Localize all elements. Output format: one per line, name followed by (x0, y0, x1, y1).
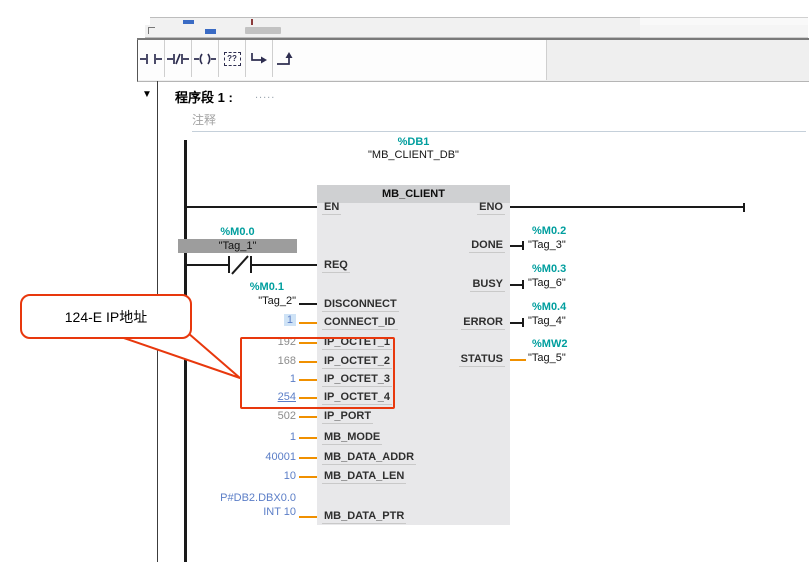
en-wire (185, 206, 317, 208)
nc-contact-bar-right[interactable] (250, 256, 252, 273)
pin-mb-data-ptr[interactable]: MB_DATA_PTR (322, 510, 502, 524)
block-icon (183, 20, 194, 24)
ip-port-value[interactable]: 502 (150, 410, 296, 422)
busy-operand-tag[interactable]: "Tag_6" (528, 277, 638, 289)
ip-port-wire (299, 416, 317, 418)
empty-box-glyph: ?? (224, 52, 241, 66)
comment-separator (192, 131, 806, 132)
mb-data-len-wire (299, 476, 317, 478)
pin-mb-data-len[interactable]: MB_DATA_LEN (322, 470, 502, 484)
nc-contact-slash (231, 255, 249, 274)
ip-octets-highlight-rect (240, 337, 395, 409)
pin-error[interactable]: ERROR (390, 316, 505, 330)
mb-mode-value[interactable]: 1 (150, 431, 296, 443)
status-operand-address[interactable]: %MW2 (528, 338, 642, 350)
close-branch-icon[interactable] (273, 40, 299, 77)
eno-wire-end (743, 203, 745, 212)
db-address[interactable]: %DB1 (317, 136, 510, 148)
error-operand-address[interactable]: %M0.4 (528, 301, 642, 313)
coil-icon[interactable] (192, 40, 219, 77)
pin-status[interactable]: STATUS (390, 353, 505, 367)
busy-operand-address[interactable]: %M0.3 (528, 263, 642, 275)
pin-mb-data-addr[interactable]: MB_DATA_ADDR (322, 451, 502, 465)
callout-text: 124-E IP地址 (65, 307, 147, 327)
req-wire-right (251, 264, 317, 266)
req-operand-address[interactable]: %M0.0 (178, 226, 297, 238)
mb-data-addr-wire (299, 457, 317, 459)
done-operand-tag[interactable]: "Tag_3" (528, 239, 638, 251)
pin-done[interactable]: DONE (390, 239, 505, 253)
collapse-triangle-icon[interactable]: ▼ (142, 89, 152, 100)
status-operand-tag[interactable]: "Tag_5" (528, 352, 638, 364)
req-wire-left (185, 264, 229, 266)
eno-wire (510, 206, 744, 208)
network-comment[interactable]: 注释 (192, 111, 216, 128)
ip-address-callout: 124-E IP地址 (20, 294, 192, 339)
busy-wire-tick (522, 280, 524, 289)
mb-data-addr-value[interactable]: 40001 (150, 451, 296, 463)
pin-ip-port[interactable]: IP_PORT (322, 410, 502, 424)
contact-open-icon[interactable] (138, 40, 165, 77)
network-title: 程序段 1 : (175, 87, 233, 106)
pin-busy[interactable]: BUSY (390, 278, 505, 292)
done-operand-address[interactable]: %M0.2 (528, 225, 642, 237)
mb-mode-wire (299, 437, 317, 439)
pin-req[interactable]: REQ (322, 259, 502, 273)
expand-mark (148, 27, 155, 34)
contact-closed-icon[interactable] (165, 40, 192, 77)
empty-box-icon[interactable]: ?? (219, 40, 246, 77)
pin-mb-mode[interactable]: MB_MODE (322, 431, 502, 445)
req-operand-tag[interactable]: "Tag_1" (178, 239, 297, 253)
interface-table-cell (640, 25, 808, 38)
connect-id-wire (299, 322, 317, 324)
mb-data-ptr-value[interactable]: P#DB2.DBX0.0 INT 10 (150, 491, 296, 519)
pin-disconnect[interactable]: DISCONNECT (322, 298, 502, 312)
done-wire-tick (522, 241, 524, 250)
open-branch-icon[interactable] (246, 40, 273, 77)
mb-data-ptr-wire (299, 516, 317, 518)
error-operand-tag[interactable]: "Tag_4" (528, 315, 638, 327)
error-wire-tick (522, 318, 524, 327)
network-title-placeholder[interactable]: ..... (255, 89, 275, 101)
mb-data-len-value[interactable]: 10 (150, 470, 296, 482)
interface-table-row[interactable] (145, 25, 640, 38)
table-text-smudge (245, 27, 281, 34)
lad-toolbar: ?? (137, 40, 809, 82)
disconnect-wire (299, 303, 317, 305)
lad-editor-screen: ?? ▼ 程序段 1 : ..... 注释 %DB1 (0, 0, 809, 565)
network-title-bar[interactable]: ▼ 程序段 1 : ..... (137, 84, 809, 107)
status-wire (510, 359, 526, 361)
pin-eno[interactable]: ENO (390, 201, 505, 215)
block-icon (205, 29, 216, 34)
db-name[interactable]: "MB_CLIENT_DB" (317, 149, 510, 161)
nc-contact-bar-left[interactable] (228, 256, 230, 273)
disconnect-operand-address[interactable]: %M0.1 (150, 281, 296, 293)
